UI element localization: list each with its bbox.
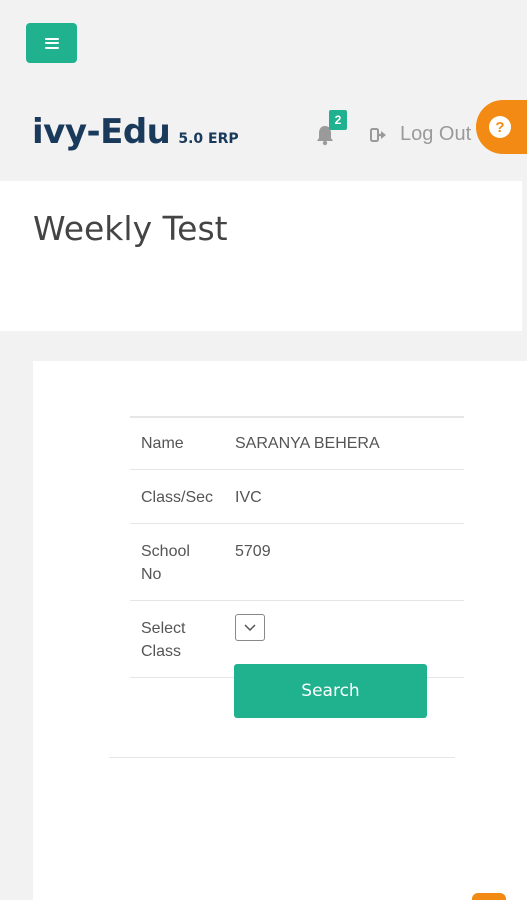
student-card: Name SARANYA BEHERA Class/Sec IVC School…	[33, 361, 527, 900]
brand-logo: ivy-Edu 5.0 ERP	[32, 112, 239, 152]
help-button[interactable]: ?	[476, 100, 527, 154]
info-label: Class/Sec	[141, 489, 214, 506]
info-label: School No	[141, 543, 190, 583]
info-row-name: Name SARANYA BEHERA	[130, 416, 464, 469]
logout-label: Log Out	[400, 123, 472, 145]
page-header-panel: Weekly Test	[0, 181, 522, 331]
info-label: Select Class	[141, 620, 186, 660]
brand-name: ivy-Edu	[32, 112, 171, 152]
info-label: Name	[141, 435, 184, 452]
hamburger-icon	[44, 37, 59, 49]
brand-version: 5.0 ERP	[178, 131, 239, 147]
chevron-down-icon	[244, 623, 256, 631]
student-info-table: Name SARANYA BEHERA Class/Sec IVC School…	[130, 416, 464, 678]
logout-link[interactable]: Log Out	[370, 123, 471, 146]
page: ivy-Edu 5.0 ERP 2 Log Out ? Weekly Test …	[0, 0, 527, 900]
notification-badge: 2	[329, 110, 347, 130]
info-row-class-sec: Class/Sec IVC	[130, 469, 464, 523]
info-value: IVC	[235, 489, 262, 506]
divider	[109, 757, 455, 758]
search-button[interactable]: Search	[234, 664, 427, 718]
menu-button[interactable]	[26, 23, 77, 63]
scroll-top-tab[interactable]	[472, 893, 506, 900]
sign-out-icon	[370, 127, 386, 142]
info-value: SARANYA BEHERA	[235, 435, 380, 452]
info-value: 5709	[235, 543, 271, 560]
class-select[interactable]	[235, 614, 265, 641]
question-circle-icon: ?	[489, 116, 511, 138]
page-title: Weekly Test	[33, 209, 228, 248]
info-row-school-no: School No 5709	[130, 523, 464, 600]
